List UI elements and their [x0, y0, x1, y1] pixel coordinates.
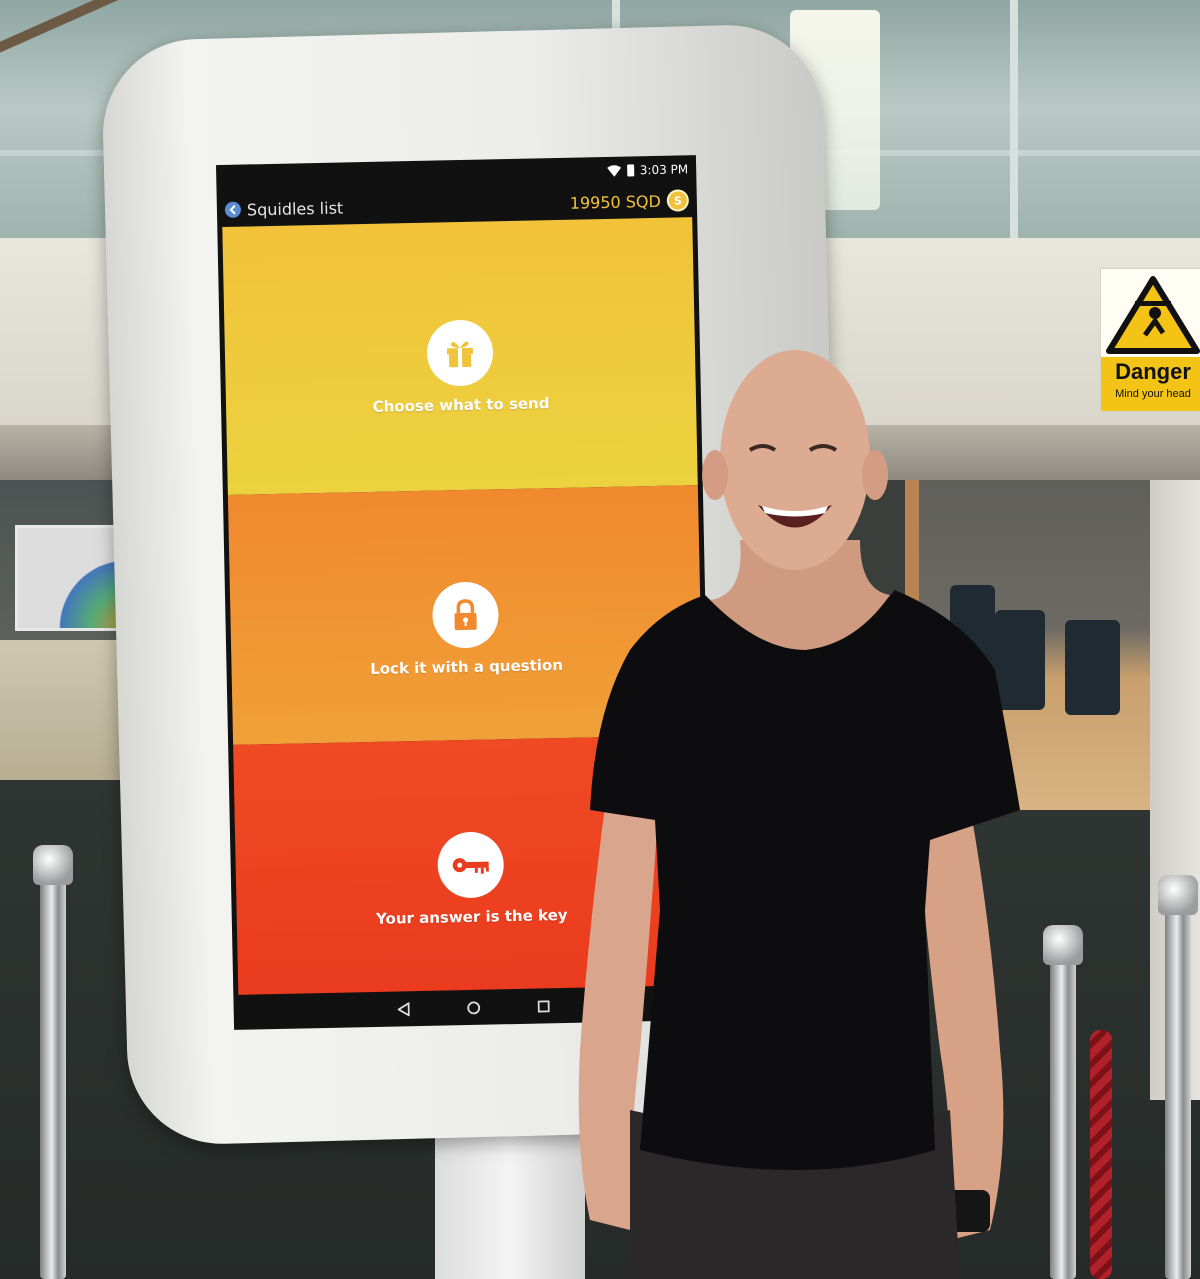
glass-mullion	[1010, 0, 1018, 240]
stanchion-rope	[1090, 1030, 1112, 1279]
key-icon	[437, 831, 505, 899]
stanchion-cap	[1043, 925, 1083, 965]
smiling-man	[578, 350, 1020, 1279]
head	[720, 350, 870, 570]
balance-value: 19950 SQD	[569, 191, 662, 213]
ear	[702, 450, 728, 500]
step-label: Lock it with a question	[370, 655, 564, 678]
warning-triangle-icon	[1106, 276, 1200, 354]
home-circle-icon[interactable]	[465, 998, 483, 1016]
step-label: Your answer is the key	[375, 905, 568, 928]
stanchion-cap	[33, 845, 73, 885]
sign-title: Danger	[1115, 359, 1191, 384]
sign-subtitle: Mind your head	[1115, 388, 1191, 400]
chair	[1065, 620, 1120, 715]
danger-sign: Danger Mind your head	[1100, 268, 1200, 412]
battery-icon	[626, 164, 634, 177]
coin-icon: S	[666, 189, 690, 212]
stanchion-post	[1165, 910, 1191, 1279]
stanchion-post	[40, 880, 66, 1279]
ear	[862, 450, 888, 500]
padlock-icon	[431, 581, 500, 649]
back-button-label: Squidles list	[246, 197, 344, 219]
back-button[interactable]: Squidles list	[224, 197, 344, 219]
wifi-icon	[606, 165, 621, 177]
step-label: Choose what to send	[372, 394, 550, 416]
back-triangle-icon[interactable]	[395, 1000, 413, 1018]
chevron-left-icon	[224, 201, 242, 218]
gift-icon	[426, 319, 494, 387]
status-time: 3:03 PM	[639, 162, 689, 178]
recents-square-icon[interactable]	[534, 997, 552, 1015]
stanchion-post	[1050, 960, 1076, 1279]
stanchion-cap	[1158, 875, 1198, 915]
kiosk-stand	[435, 1130, 585, 1279]
balance-display: 19950 SQD S	[569, 189, 690, 213]
